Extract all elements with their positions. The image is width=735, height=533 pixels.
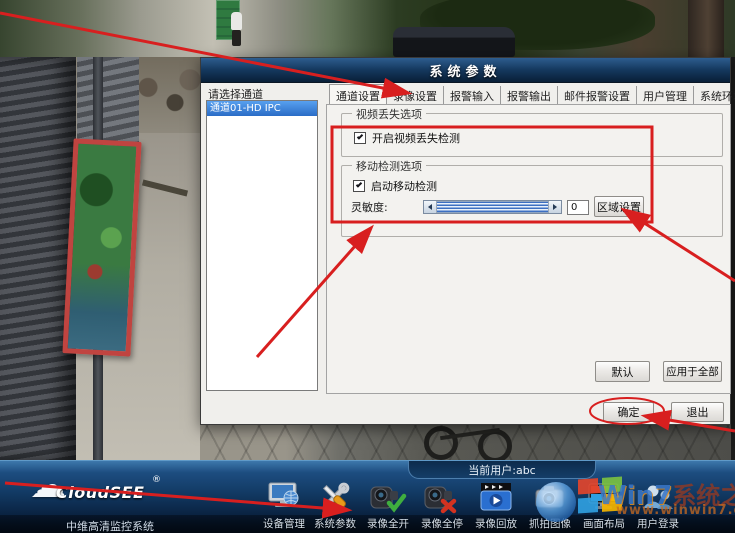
- arrow-right-icon: [553, 204, 557, 210]
- video-loss-checkbox-label: 开启视频丢失检测: [372, 130, 460, 146]
- toolbar-record-start-all[interactable]: 录像全开: [362, 481, 414, 531]
- settings-tabbar: 通道设置 录像设置 报警输入 报警输出 邮件报警设置 用户管理 系统环境: [329, 88, 735, 105]
- motion-detect-checkbox[interactable]: [353, 180, 365, 192]
- tab-channel-settings[interactable]: 通道设置: [329, 84, 387, 105]
- video-pavement: [200, 425, 735, 460]
- exit-button[interactable]: 退出: [671, 402, 724, 422]
- toolbar-record-stop-all[interactable]: 录像全停: [416, 481, 468, 531]
- dialog-title: 系统参数: [429, 61, 501, 80]
- record-stop-all-icon: [422, 481, 462, 514]
- slider-left-arrow[interactable]: [424, 201, 437, 213]
- sensitivity-slider[interactable]: [423, 200, 562, 214]
- check-icon: [356, 181, 362, 187]
- record-start-all-icon: [368, 481, 408, 514]
- slider-right-arrow[interactable]: [548, 201, 561, 213]
- slider-track[interactable]: [437, 201, 548, 213]
- sensitivity-row: 灵敏度: 0: [351, 199, 589, 215]
- tab-system-env[interactable]: 系统环境: [694, 86, 735, 105]
- app-window: 系统参数 请选择通道 通道01-HD IPC 通道设置 录像设置 报警输入 报警…: [0, 0, 735, 533]
- toolbar-item-label: 用户登录: [626, 516, 690, 531]
- video-cyclist-bike: [232, 30, 241, 46]
- user-login-icon: [638, 481, 678, 514]
- arrow-left-icon: [428, 204, 432, 210]
- video-cyclist: [231, 12, 242, 30]
- video-painted-board: [62, 138, 141, 356]
- tab-content-pane: 视频丢失选项 开启视频丢失检测 移动检测选项 启动移动检测 灵敏度:: [326, 104, 731, 394]
- motion-detect-checkbox-row: 启动移动检测: [353, 178, 437, 194]
- video-loss-group: 视频丢失选项 开启视频丢失检测: [341, 113, 723, 157]
- video-tree-trunk: [688, 0, 724, 57]
- device-manager-icon: [264, 481, 304, 514]
- apply-all-button[interactable]: 应用于全部: [663, 361, 722, 382]
- video-bicycle-wheel: [424, 426, 458, 460]
- channel-listbox[interactable]: 通道01-HD IPC: [206, 100, 318, 391]
- video-black-car: [393, 27, 515, 57]
- playback-icon: [476, 481, 516, 514]
- tab-alarm-input[interactable]: 报警输入: [444, 86, 501, 105]
- default-button[interactable]: 默认: [595, 361, 650, 382]
- toolbar-user-login[interactable]: 用户登录: [632, 481, 684, 531]
- video-loss-checkbox-row: 开启视频丢失检测: [354, 130, 460, 146]
- ok-button[interactable]: 确定: [603, 402, 654, 422]
- toolbar-snapshot[interactable]: 抓拍图像: [524, 481, 576, 531]
- video-loss-group-title: 视频丢失选项: [352, 106, 426, 122]
- check-icon: [357, 133, 363, 139]
- area-settings-button[interactable]: 区域设置: [594, 196, 644, 217]
- video-shutter-left: [0, 57, 76, 460]
- video-loss-checkbox[interactable]: [354, 132, 366, 144]
- video-right-edge: [731, 57, 735, 460]
- sensitivity-value-field[interactable]: 0: [567, 200, 589, 215]
- system-params-dialog: 系统参数 请选择通道 通道01-HD IPC 通道设置 录像设置 报警输入 报警…: [200, 57, 731, 425]
- tab-alarm-output[interactable]: 报警输出: [501, 86, 558, 105]
- motion-detect-checkbox-label: 启动移动检测: [371, 178, 437, 194]
- snapshot-icon: [530, 481, 570, 514]
- motion-detect-group-title: 移动检测选项: [352, 158, 426, 174]
- sensitivity-label: 灵敏度:: [351, 199, 423, 215]
- channel-list-item-selected[interactable]: 通道01-HD IPC: [207, 101, 317, 116]
- screen-layout-icon: [584, 481, 624, 514]
- main-toolbar: 当前用户:abc ☁ CloudSEE ® 中维高清监控系统 设备管理: [0, 460, 735, 533]
- tab-user-management[interactable]: 用户管理: [637, 86, 694, 105]
- toolbar-screen-layout[interactable]: 画面布局: [578, 481, 630, 531]
- toolbar-system-params[interactable]: 系统参数: [309, 481, 361, 531]
- system-params-icon: [315, 481, 355, 514]
- tab-email-alarm[interactable]: 邮件报警设置: [558, 86, 637, 105]
- toolbar-playback[interactable]: 录像回放: [470, 481, 522, 531]
- tab-record-settings[interactable]: 录像设置: [387, 86, 444, 105]
- dialog-titlebar[interactable]: 系统参数: [201, 58, 730, 83]
- toolbar-buttons: 设备管理 系统参数: [0, 461, 735, 533]
